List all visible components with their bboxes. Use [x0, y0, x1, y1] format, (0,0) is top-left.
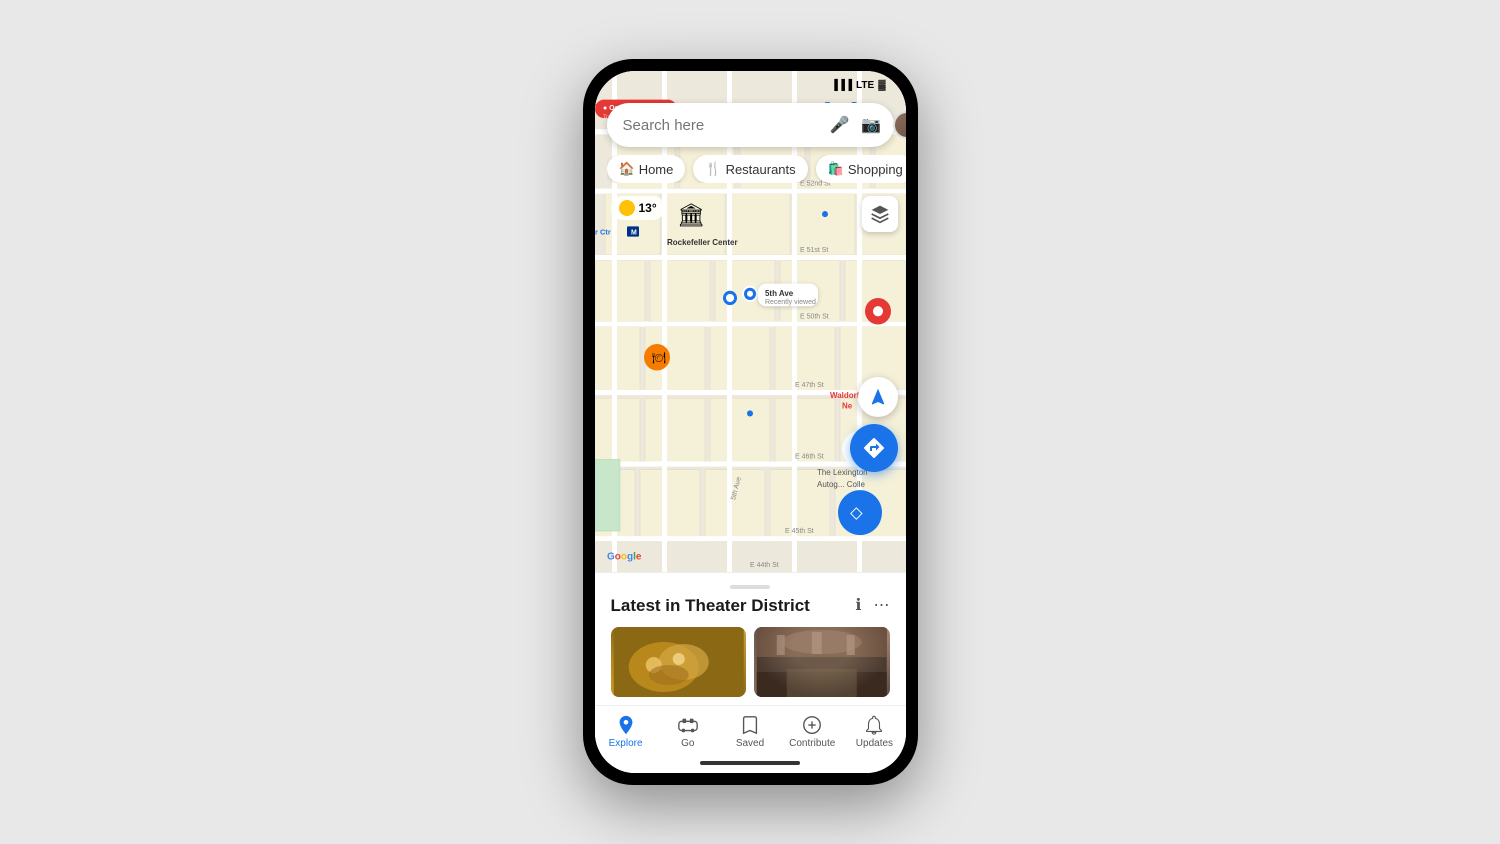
updates-label: Updates: [856, 738, 893, 749]
saved-label: Saved: [736, 738, 764, 749]
svg-text:E 46th St: E 46th St: [795, 453, 824, 460]
go-icon: [677, 714, 699, 736]
home-bar: [700, 761, 800, 765]
signal-icon: ▐▐▐: [831, 80, 852, 91]
go-label: Go: [681, 738, 694, 749]
nav-item-explore[interactable]: Explore: [595, 714, 657, 749]
home-indicator: [595, 753, 906, 773]
pull-indicator: [611, 585, 890, 589]
nav-item-contribute[interactable]: Contribute: [781, 714, 843, 749]
restaurants-chip-label: Restaurants: [726, 162, 796, 177]
svg-text:E 44th St: E 44th St: [750, 562, 779, 569]
svg-text:E 47th St: E 47th St: [795, 382, 824, 389]
map-area[interactable]: W 55th St E 52nd St E 51st St E 50th St …: [595, 71, 906, 572]
svg-text:M: M: [631, 230, 637, 237]
navigation-button[interactable]: [858, 377, 898, 417]
phone-screen: W 55th St E 52nd St E 51st St E 50th St …: [595, 71, 906, 773]
svg-text:Autog... Colle: Autog... Colle: [817, 480, 865, 489]
temperature-label: 13°: [639, 201, 657, 215]
svg-text:5th Ave: 5th Ave: [765, 289, 794, 298]
svg-text:🍽: 🍽: [652, 351, 666, 364]
panel-header: Latest in Theater District ℹ ⋯: [611, 595, 890, 617]
home-chip-label: Home: [639, 162, 674, 177]
svg-text:Recently viewed: Recently viewed: [765, 299, 816, 306]
directions-fab[interactable]: [850, 424, 898, 472]
shopping-chip-icon: 🛍️: [828, 161, 844, 177]
svg-text:The Lexington: The Lexington: [817, 468, 868, 477]
phone-frame: W 55th St E 52nd St E 51st St E 50th St …: [583, 59, 918, 785]
search-bar-actions: 🎤 📷: [830, 111, 906, 139]
bottom-panel: Latest in Theater District ℹ ⋯: [595, 572, 906, 705]
search-input[interactable]: [623, 117, 822, 134]
home-chip-icon: 🏠: [619, 161, 635, 177]
svg-text:E 51st St: E 51st St: [800, 247, 828, 254]
explore-label: Explore: [609, 738, 643, 749]
sun-icon: [619, 200, 635, 216]
interior-photo[interactable]: [754, 627, 890, 697]
carrier-label: LTE: [856, 80, 874, 91]
status-bar: ▐▐▐ LTE ▓: [595, 71, 906, 99]
photos-row: [611, 627, 890, 697]
chip-shopping[interactable]: 🛍️ Shopping: [816, 155, 906, 183]
panel-title: Latest in Theater District: [611, 595, 810, 617]
chip-restaurants[interactable]: 🍴 Restaurants: [693, 155, 807, 183]
more-options-button[interactable]: ⋯: [874, 595, 890, 615]
updates-icon: [863, 714, 885, 736]
svg-text:E 45th St: E 45th St: [785, 528, 814, 535]
voice-search-icon[interactable]: 🎤: [830, 115, 850, 135]
nav-item-updates[interactable]: Updates: [843, 714, 905, 749]
search-bar[interactable]: 🎤 📷: [607, 103, 894, 147]
chip-home[interactable]: 🏠 Home: [607, 155, 686, 183]
status-icons: ▐▐▐ LTE ▓: [831, 80, 886, 91]
svg-text:⬦: ⬦: [850, 503, 863, 523]
explore-icon: [615, 714, 637, 736]
user-avatar[interactable]: [893, 111, 905, 139]
food-photo[interactable]: [611, 627, 747, 697]
svg-text:🏛: 🏛: [677, 202, 705, 227]
category-chips: 🏠 Home 🍴 Restaurants 🛍️ Shopping: [607, 155, 906, 183]
contribute-label: Contribute: [789, 738, 835, 749]
contribute-icon: [801, 714, 823, 736]
nav-item-saved[interactable]: Saved: [719, 714, 781, 749]
info-button[interactable]: ℹ: [855, 595, 861, 615]
restaurants-chip-icon: 🍴: [705, 161, 721, 177]
shopping-chip-label: Shopping: [848, 162, 903, 177]
svg-text:Ne: Ne: [842, 401, 853, 410]
bottom-nav: Explore Go Saved: [595, 705, 906, 753]
svg-text:Google: Google: [607, 552, 642, 563]
panel-actions: ℹ ⋯: [855, 595, 889, 615]
nav-item-go[interactable]: Go: [657, 714, 719, 749]
weather-widget: 13°: [611, 196, 665, 220]
svg-text:Rockefeller Center: Rockefeller Center: [667, 238, 738, 247]
svg-text:r Ctr: r Ctr: [595, 227, 611, 236]
layers-button[interactable]: [862, 196, 898, 232]
svg-text:E 50th St: E 50th St: [800, 313, 829, 320]
battery-icon: ▓: [878, 80, 885, 91]
saved-icon: [739, 714, 761, 736]
camera-search-icon[interactable]: 📷: [861, 115, 881, 135]
